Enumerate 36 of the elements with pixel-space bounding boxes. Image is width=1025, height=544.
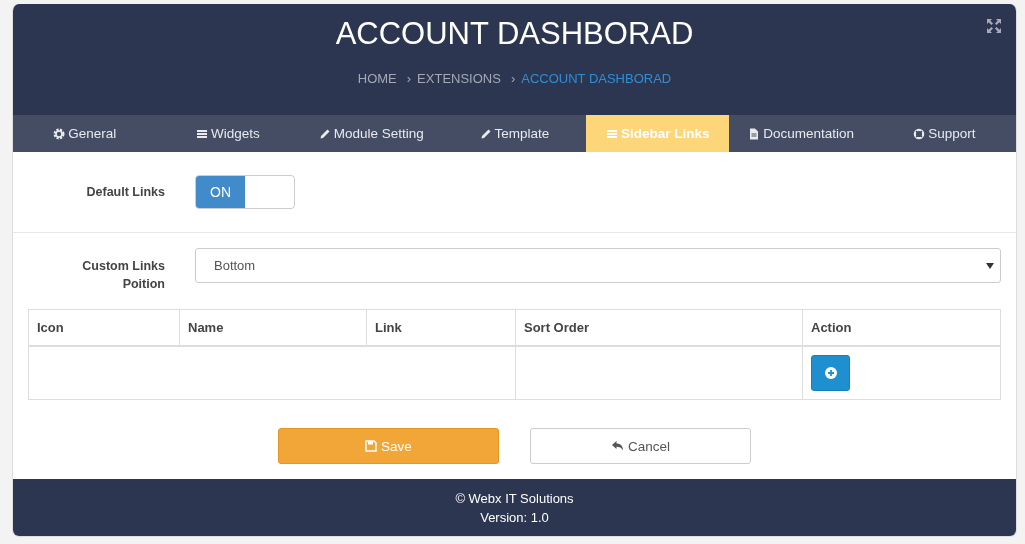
file-icon: [748, 127, 761, 140]
version-text: Version: 1.0: [480, 508, 549, 527]
tab[interactable]: Module Setting: [299, 115, 443, 152]
breadcrumb-link[interactable]: HOME: [357, 71, 397, 86]
copyright-text: © Webx IT Solutions: [455, 489, 574, 508]
tab[interactable]: Documentation: [729, 115, 873, 152]
page-title: ACCOUNT DASHBORAD: [335, 15, 694, 53]
menu-icon: [196, 127, 209, 140]
column-header: Action: [802, 309, 1001, 346]
tab[interactable]: General: [13, 115, 157, 152]
expand-icon[interactable]: [986, 18, 1002, 34]
menu-icon: [606, 127, 618, 140]
undo-arrow-icon: [611, 440, 624, 452]
lifebuoy-icon: [913, 127, 926, 140]
breadcrumb-link[interactable]: EXTENSIONS: [417, 71, 501, 86]
pencil-icon: [318, 127, 331, 140]
column-header: Sort Order: [515, 309, 803, 346]
toggle-label: ON: [196, 176, 245, 208]
field-label: Custom Links Poition: [81, 258, 165, 293]
pencil-icon: [479, 127, 492, 140]
tab[interactable]: Template: [442, 115, 587, 152]
breadcrumb-separator: ›: [510, 71, 516, 86]
add-button[interactable]: [811, 355, 850, 391]
toggle-switch[interactable]: ON: [195, 175, 295, 209]
field-label: Default Links: [85, 184, 165, 201]
column-header: Icon: [28, 309, 180, 346]
column-header: Link: [366, 309, 516, 346]
position-dropdown[interactable]: Bottom: [195, 248, 1001, 283]
breadcrumb-separator: ›: [406, 71, 412, 86]
cancel-button[interactable]: Cancel: [530, 428, 751, 464]
tab[interactable]: Support: [872, 115, 1016, 152]
caret-icon: [986, 261, 994, 270]
settings-icon: [53, 127, 66, 140]
plus-circle-icon: [824, 367, 837, 379]
tab[interactable]: Widgets: [156, 115, 300, 152]
column-header: Name: [179, 309, 367, 346]
